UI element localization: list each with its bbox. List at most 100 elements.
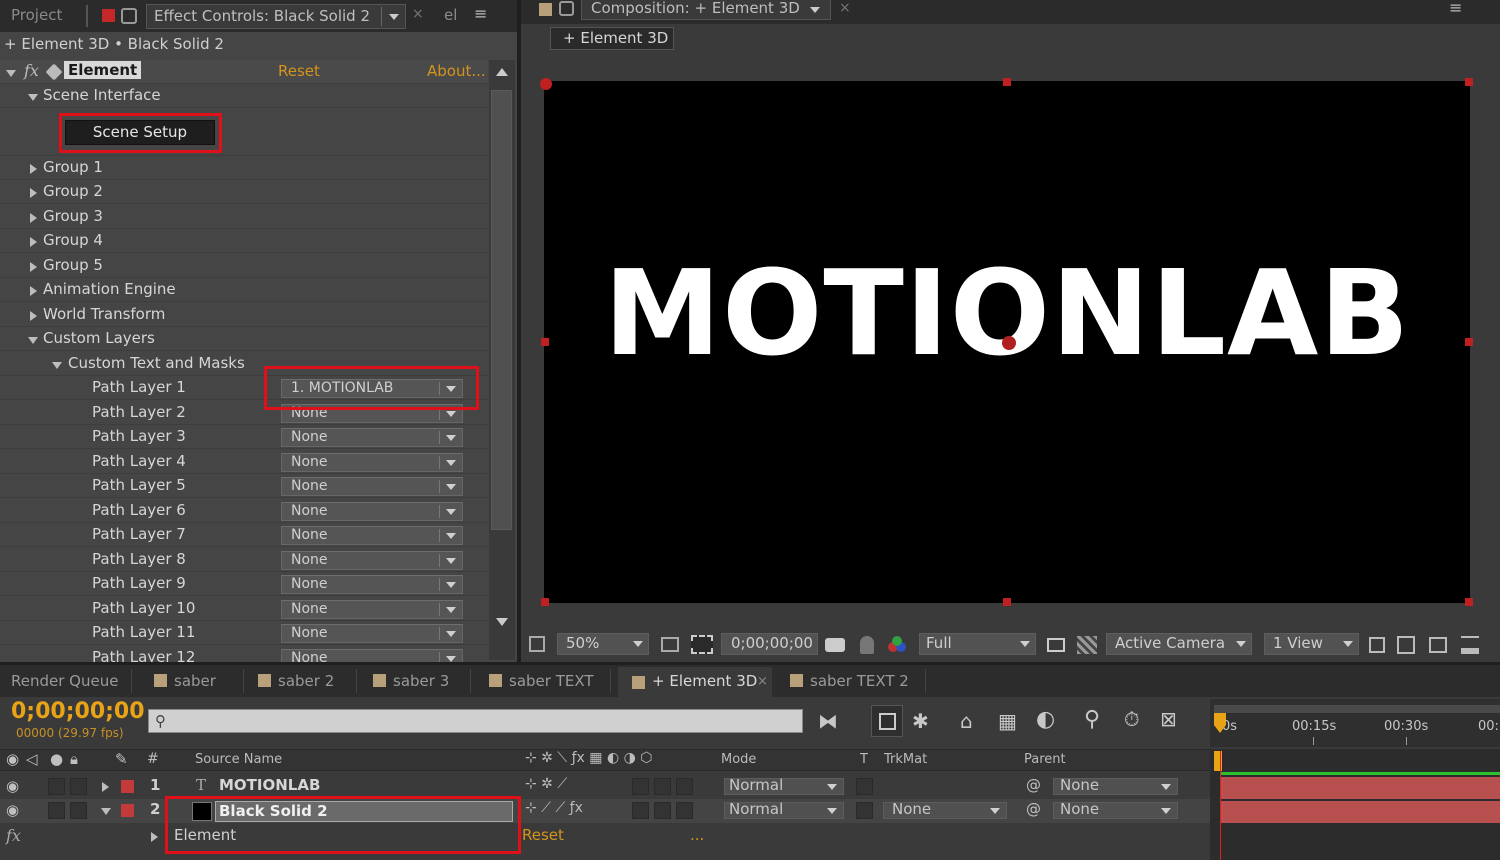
- solo-icon[interactable]: ●: [50, 750, 63, 768]
- tab-el[interactable]: el: [444, 6, 457, 24]
- eye-icon[interactable]: ◉: [6, 801, 19, 819]
- parent-dropdown[interactable]: None: [1053, 800, 1178, 819]
- path-layer-dropdown[interactable]: None: [281, 575, 463, 594]
- switch-box[interactable]: [654, 802, 671, 819]
- anchor-point-icon[interactable]: [1002, 336, 1016, 350]
- always-preview-icon[interactable]: [529, 636, 545, 652]
- switch-box[interactable]: [654, 778, 671, 795]
- pickwhip-icon[interactable]: @: [1026, 800, 1041, 818]
- lock-checkbox[interactable]: [70, 778, 87, 795]
- world-transform-row[interactable]: World Transform: [0, 303, 488, 327]
- collapse-triangle-icon[interactable]: [101, 808, 111, 815]
- group-row[interactable]: Group 3: [0, 205, 488, 229]
- mask-visibility-icon[interactable]: [691, 635, 713, 654]
- close-icon[interactable]: ×: [412, 6, 424, 22]
- zoom-dropdown[interactable]: 50%: [557, 633, 649, 655]
- scene-interface-row[interactable]: Scene Interface: [0, 84, 488, 108]
- speaker-icon[interactable]: ◁: [26, 750, 38, 768]
- preserve-transparency-checkbox[interactable]: [856, 802, 873, 819]
- scroll-up-icon[interactable]: [496, 68, 508, 76]
- expand-triangle-icon[interactable]: [102, 782, 109, 792]
- collapse-triangle-icon[interactable]: [28, 337, 38, 344]
- show-snapshot-icon[interactable]: [860, 636, 874, 654]
- switch-box[interactable]: [676, 802, 693, 819]
- timeline-icon[interactable]: [1429, 637, 1447, 653]
- comp-nav-button[interactable]: + Element 3D: [550, 27, 674, 50]
- search-input[interactable]: ⚲: [148, 709, 803, 733]
- time-ruler[interactable]: 0s 00:15s 00:30s 00:: [1210, 699, 1500, 747]
- path-layer-dropdown[interactable]: None: [281, 551, 463, 570]
- transform-handle[interactable]: [1003, 598, 1011, 606]
- comp-mini-flowchart-icon[interactable]: ⧓: [818, 709, 838, 733]
- expand-triangle-icon[interactable]: [30, 286, 37, 296]
- safe-margins-icon[interactable]: [661, 637, 679, 652]
- layer-bar[interactable]: [1220, 801, 1500, 823]
- path-layer-dropdown[interactable]: None: [281, 502, 463, 521]
- shy-layers-icon[interactable]: ⌂: [960, 709, 973, 733]
- path-layer-dropdown[interactable]: None: [281, 624, 463, 643]
- group-row[interactable]: Group 4: [0, 229, 488, 253]
- close-icon[interactable]: ×: [839, 0, 851, 16]
- motion-blur-icon[interactable]: ◐: [1036, 707, 1055, 732]
- group-row[interactable]: Group 5: [0, 254, 488, 278]
- track-area[interactable]: [1210, 749, 1500, 860]
- transform-handle[interactable]: [1003, 78, 1011, 86]
- mode-dropdown[interactable]: Normal: [724, 800, 844, 819]
- expand-triangle-icon[interactable]: [30, 262, 37, 272]
- graph-editor-icon[interactable]: ⊠: [1160, 707, 1177, 731]
- expand-triangle-icon[interactable]: [30, 164, 37, 174]
- close-icon[interactable]: ×: [757, 674, 768, 689]
- tab-saber-2[interactable]: saber 2: [258, 672, 334, 704]
- collapse-triangle-icon[interactable]: [52, 362, 62, 369]
- label-color-swatch[interactable]: [121, 804, 134, 817]
- layer-bar[interactable]: [1220, 777, 1500, 799]
- group-row[interactable]: Group 2: [0, 180, 488, 204]
- layer-switches[interactable]: ⊹ ⟋ ⟋ ƒx: [525, 800, 583, 816]
- panel-menu-icon[interactable]: ≡: [474, 4, 487, 23]
- label-icon[interactable]: ✎: [115, 750, 128, 768]
- switch-box[interactable]: [676, 778, 693, 795]
- tab-saber-text-2[interactable]: saber TEXT 2: [790, 672, 909, 704]
- toggle-pixel-aspect-icon[interactable]: [1369, 637, 1385, 653]
- frame-blending-icon[interactable]: ▦: [998, 709, 1017, 733]
- solo-checkbox[interactable]: [48, 778, 65, 795]
- transparency-grid-icon[interactable]: [1077, 636, 1097, 654]
- chevron-down-icon[interactable]: [389, 14, 399, 20]
- path-layer-dropdown[interactable]: None: [281, 600, 463, 619]
- expand-triangle-icon[interactable]: [28, 94, 38, 101]
- expand-triangle-icon[interactable]: [30, 237, 37, 247]
- anchor-handle[interactable]: [540, 78, 552, 90]
- animation-engine-row[interactable]: Animation Engine: [0, 278, 488, 302]
- scroll-thumb[interactable]: [491, 90, 512, 530]
- transform-handle[interactable]: [541, 338, 549, 346]
- draft-3d-icon[interactable]: ✱: [912, 709, 929, 733]
- transform-handle[interactable]: [541, 598, 549, 606]
- layer-duration-bar[interactable]: [1220, 772, 1500, 775]
- label-color-swatch[interactable]: [121, 780, 134, 793]
- flowchart-icon[interactable]: [1461, 636, 1479, 654]
- path-layer-dropdown[interactable]: None: [281, 649, 463, 662]
- about-link[interactable]: About...: [427, 62, 486, 80]
- brainstorm-icon[interactable]: ⚲: [1084, 707, 1100, 732]
- eye-icon[interactable]: ◉: [6, 777, 19, 795]
- expand-triangle-icon[interactable]: [30, 311, 37, 321]
- lock-checkbox[interactable]: [70, 802, 87, 819]
- column-source-name[interactable]: Source Name: [195, 752, 282, 767]
- lock-icon[interactable]: 🔒︎: [70, 750, 78, 768]
- tab-element-3d[interactable]: + Element 3D ×: [618, 667, 772, 697]
- preserve-transparency-checkbox[interactable]: [856, 778, 873, 795]
- solo-checkbox[interactable]: [48, 802, 65, 819]
- custom-layers-row[interactable]: Custom Layers: [0, 327, 488, 351]
- parent-dropdown[interactable]: None: [1053, 776, 1178, 795]
- tab-effect-controls[interactable]: Effect Controls: Black Solid 2: [146, 4, 406, 29]
- pickwhip-icon[interactable]: @: [1026, 776, 1041, 794]
- tab-composition[interactable]: Composition: + Element 3D: [581, 0, 831, 20]
- timecode-display[interactable]: 0;00;00;00: [721, 633, 818, 655]
- path-layer-dropdown[interactable]: None: [281, 453, 463, 472]
- channel-rgb-icon[interactable]: [888, 636, 908, 654]
- trkmat-dropdown[interactable]: None: [883, 800, 1007, 819]
- region-of-interest-icon[interactable]: [1047, 638, 1065, 652]
- reset-link[interactable]: Reset: [522, 826, 564, 844]
- scroll-down-icon[interactable]: [496, 618, 508, 626]
- transform-handle[interactable]: [1465, 598, 1473, 606]
